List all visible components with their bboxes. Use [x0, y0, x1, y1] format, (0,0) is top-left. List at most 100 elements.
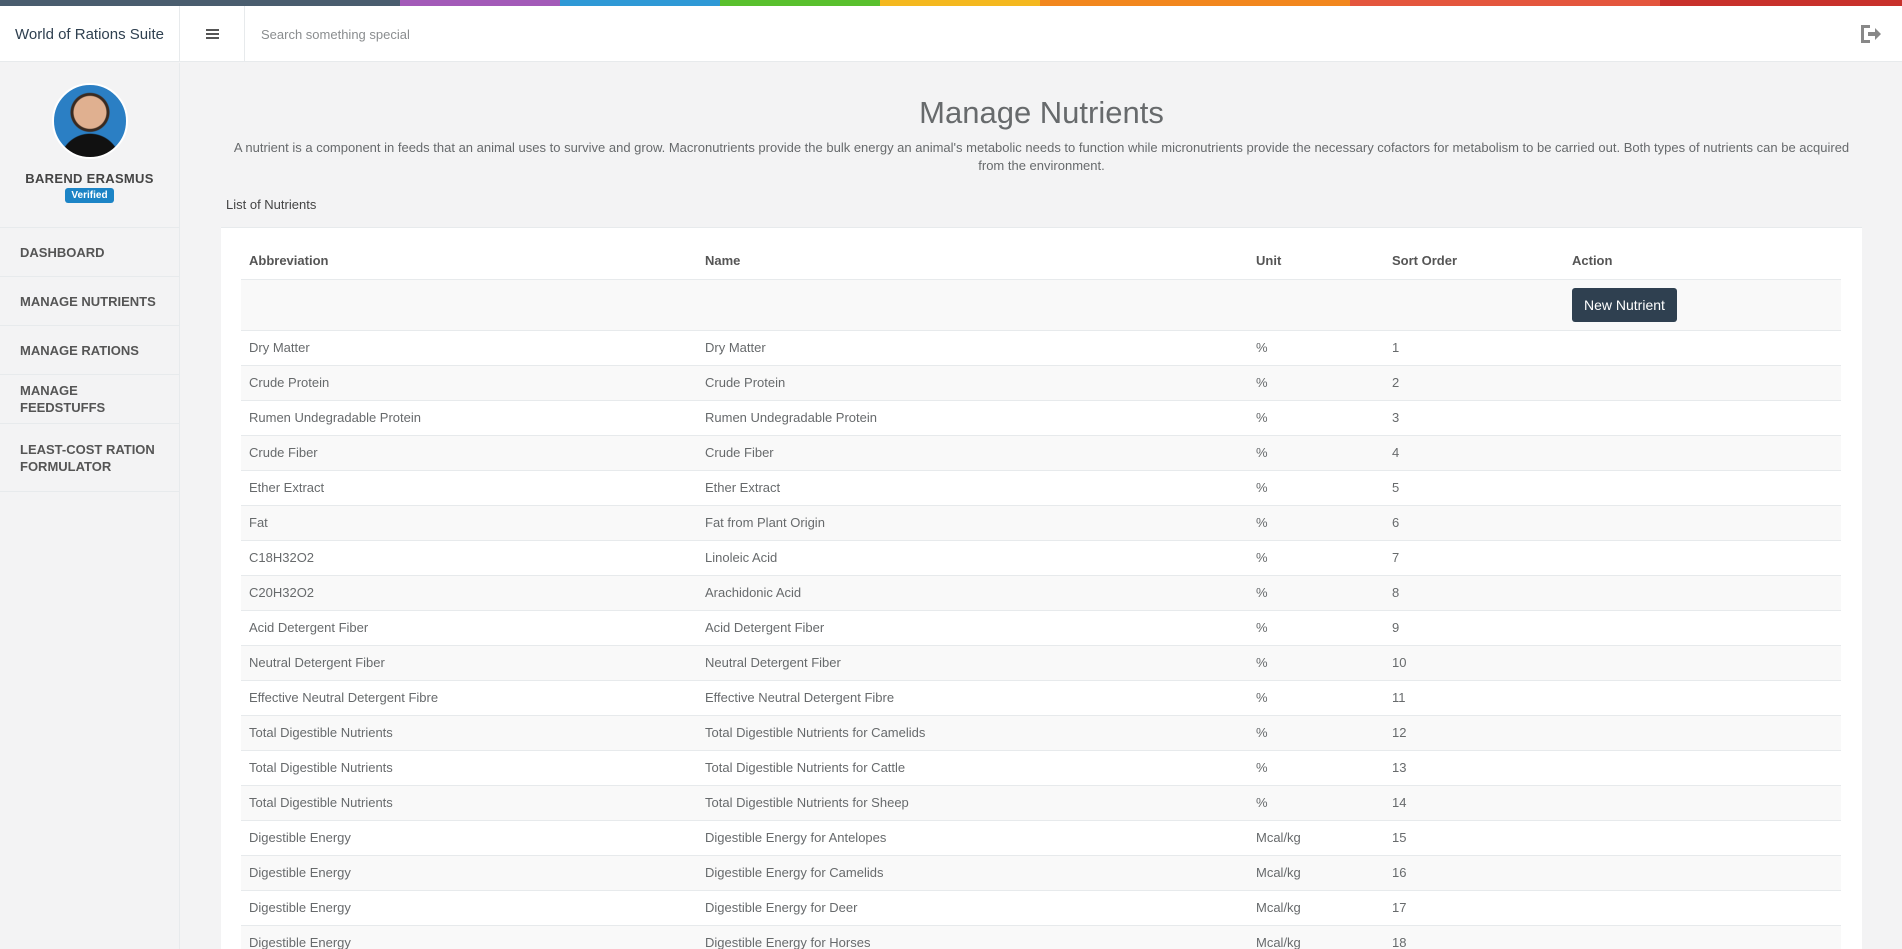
table-cell-sort: 15	[1384, 820, 1564, 856]
table-cell-name: Effective Neutral Detergent Fibre	[697, 680, 1248, 716]
table-cell-abbr: Acid Detergent Fiber	[241, 610, 697, 646]
table-cell-unit: %	[1248, 575, 1384, 611]
table-cell-abbr: Ether Extract	[241, 470, 697, 506]
table-cell-name: Acid Detergent Fiber	[697, 610, 1248, 646]
table-cell-unit: Mcal/kg	[1248, 855, 1384, 891]
table-header-row: Abbreviation Name Unit Sort Order Action	[241, 243, 1841, 280]
table-cell-sort: 1	[1384, 330, 1564, 366]
table-row[interactable]: Total Digestible Nutrients Total Digestib…	[241, 785, 1841, 821]
table-row[interactable]: Acid Detergent Fiber Acid Detergent Fiber…	[241, 610, 1841, 646]
app-title[interactable]: World of Rations Suite	[0, 6, 180, 62]
table-cell-name: Digestible Energy for Horses	[697, 925, 1248, 949]
table-cell-sort: 13	[1384, 750, 1564, 786]
table-cell-unit: %	[1248, 435, 1384, 471]
table-row[interactable]: C18H32O2 Linoleic Acid% 7	[241, 540, 1841, 576]
table-cell-action	[1564, 820, 1841, 856]
table-cell-sort: 3	[1384, 400, 1564, 436]
table-cell-abbr: Crude Fiber	[241, 435, 697, 471]
table-cell-sort: 16	[1384, 855, 1564, 891]
table-cell-unit: Mcal/kg	[1248, 925, 1384, 949]
table-cell-action	[1564, 610, 1841, 646]
table-cell-action	[1564, 470, 1841, 506]
table-cell-name: Digestible Energy for Antelopes	[697, 820, 1248, 856]
table-cell-sort: 2	[1384, 365, 1564, 401]
table-cell	[1248, 279, 1384, 331]
table-cell-unit: Mcal/kg	[1248, 820, 1384, 856]
table-cell-name: Rumen Undegradable Protein	[697, 400, 1248, 436]
verified-badge: Verified	[65, 188, 114, 203]
table-row[interactable]: Digestible Energy Digestible Energy for H…	[241, 925, 1841, 949]
table-cell-name: Fat from Plant Origin	[697, 505, 1248, 541]
table-cell-abbr: Neutral Detergent Fiber	[241, 645, 697, 681]
table-cell-abbr: Digestible Energy	[241, 890, 697, 926]
top-navbar: World of Rations Suite	[0, 6, 1902, 62]
avatar[interactable]	[51, 83, 128, 159]
table-cell-name: Total Digestible Nutrients for Sheep	[697, 785, 1248, 821]
table-row[interactable]: Digestible Energy Digestible Energy for A…	[241, 820, 1841, 856]
table-cell-sort: 11	[1384, 680, 1564, 716]
search-input[interactable]	[246, 6, 1546, 62]
list-heading: List of Nutrients	[226, 197, 317, 212]
table-row[interactable]: Neutral Detergent Fiber Neutral Detergent…	[241, 645, 1841, 681]
column-header-name[interactable]: Name	[697, 243, 1248, 280]
table-cell-action	[1564, 330, 1841, 366]
table-cell	[241, 279, 697, 331]
table-cell-action	[1564, 540, 1841, 576]
table-cell-name: Dry Matter	[697, 330, 1248, 366]
table-action-row: New Nutrient	[241, 279, 1841, 331]
table-row[interactable]: Total Digestible Nutrients Total Digestib…	[241, 750, 1841, 786]
table-row[interactable]: Total Digestible Nutrients Total Digestib…	[241, 715, 1841, 751]
table-cell-action	[1564, 925, 1841, 949]
table-cell-abbr: Total Digestible Nutrients	[241, 750, 697, 786]
table-cell-unit: %	[1248, 785, 1384, 821]
table-cell-abbr: Total Digestible Nutrients	[241, 785, 697, 821]
sidebar-item-manage-rations[interactable]: MANAGE RATIONS	[0, 326, 179, 375]
table-cell-unit: %	[1248, 750, 1384, 786]
table-cell-action	[1564, 855, 1841, 891]
column-header-action: Action	[1564, 243, 1841, 280]
sidebar-item-dashboard[interactable]: DASHBOARD	[0, 228, 179, 277]
table-cell-name: Crude Fiber	[697, 435, 1248, 471]
table-row[interactable]: Effective Neutral Detergent Fibre Effecti…	[241, 680, 1841, 716]
table-row[interactable]: Ether Extract Ether Extract% 5	[241, 470, 1841, 506]
table-cell-sort: 12	[1384, 715, 1564, 751]
sidebar-item-manage-feedstuffs[interactable]: MANAGE FEEDSTUFFS	[0, 375, 179, 424]
sidebar-item-least-cost-formulator[interactable]: LEAST-COST RATION FORMULATOR	[0, 424, 179, 492]
table-row[interactable]: Dry Matter Dry Matter% 1	[241, 330, 1841, 366]
table-cell-name: Neutral Detergent Fiber	[697, 645, 1248, 681]
sidebar: BAREND ERASMUS Verified DASHBOARD MANAGE…	[0, 63, 180, 949]
sidebar-item-manage-nutrients[interactable]: MANAGE NUTRIENTS	[0, 277, 179, 326]
table-cell-action	[1564, 890, 1841, 926]
new-nutrient-button[interactable]: New Nutrient	[1572, 287, 1677, 322]
column-header-abbreviation[interactable]: Abbreviation	[241, 243, 697, 280]
table-row[interactable]: Rumen Undegradable Protein Rumen Undegrad…	[241, 400, 1841, 436]
table-cell-unit: %	[1248, 505, 1384, 541]
table-cell-sort: 17	[1384, 890, 1564, 926]
table-cell-action	[1564, 750, 1841, 786]
table-row[interactable]: Crude Fiber Crude Fiber% 4	[241, 435, 1841, 471]
table-cell-abbr: Rumen Undegradable Protein	[241, 400, 697, 436]
table-cell-sort: 4	[1384, 435, 1564, 471]
table-cell-action	[1564, 365, 1841, 401]
table-cell-abbr: Fat	[241, 505, 697, 541]
table-cell-abbr: Digestible Energy	[241, 820, 697, 856]
table-cell-sort: 14	[1384, 785, 1564, 821]
table-row[interactable]: Fat Fat from Plant Origin% 6	[241, 505, 1841, 541]
table-row[interactable]: C20H32O2 Arachidonic Acid% 8	[241, 575, 1841, 611]
table-cell-unit: %	[1248, 610, 1384, 646]
table-cell	[697, 279, 1248, 331]
menu-toggle-button[interactable]	[180, 6, 245, 62]
table-cell-name: Digestible Energy for Deer	[697, 890, 1248, 926]
table-row[interactable]: Digestible Energy Digestible Energy for C…	[241, 855, 1841, 891]
sign-out-icon[interactable]	[1858, 22, 1882, 46]
table-cell-name: Total Digestible Nutrients for Camelids	[697, 715, 1248, 751]
column-header-unit[interactable]: Unit	[1248, 243, 1384, 280]
table-row[interactable]: Crude Protein Crude Protein% 2	[241, 365, 1841, 401]
column-header-sort-order[interactable]: Sort Order	[1384, 243, 1564, 280]
table-row[interactable]: Digestible Energy Digestible Energy for D…	[241, 890, 1841, 926]
table-cell-action	[1564, 400, 1841, 436]
table-cell-sort: 8	[1384, 575, 1564, 611]
table-cell-unit: %	[1248, 470, 1384, 506]
table-cell-abbr: Digestible Energy	[241, 925, 697, 949]
table-cell-unit: %	[1248, 680, 1384, 716]
